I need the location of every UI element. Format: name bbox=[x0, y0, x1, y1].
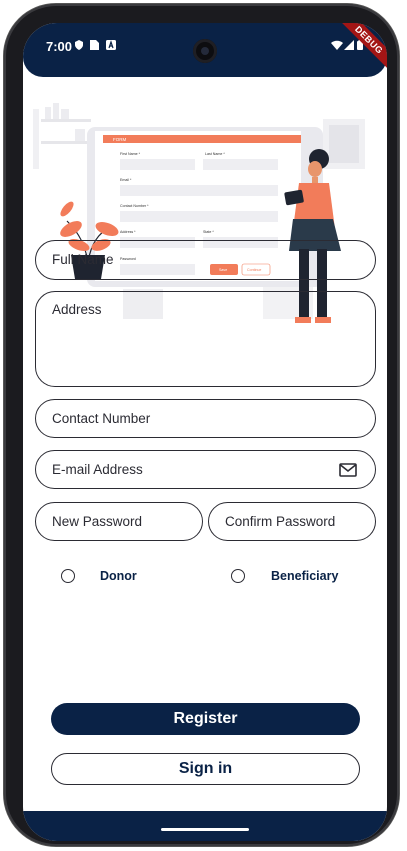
new-password-field[interactable]: New Password bbox=[35, 502, 203, 541]
full-name-field[interactable]: Full Name bbox=[35, 240, 376, 280]
beneficiary-label: Beneficiary bbox=[271, 569, 339, 583]
address-field[interactable]: Address bbox=[35, 291, 376, 387]
illus-last-name: Last Name * bbox=[205, 152, 225, 156]
beneficiary-option[interactable]: Beneficiary bbox=[229, 567, 359, 587]
confirm-password-label: Confirm Password bbox=[225, 514, 336, 529]
illus-address: Address * bbox=[120, 230, 136, 234]
phone-frame: FORM First Name * Last Name * Email * Co… bbox=[4, 4, 399, 846]
illus-state: State * bbox=[203, 230, 214, 234]
donor-option[interactable]: Donor bbox=[59, 567, 169, 587]
status-time: 7:00 bbox=[46, 39, 73, 54]
new-password-label: New Password bbox=[52, 514, 143, 529]
contact-number-label: Contact Number bbox=[52, 411, 151, 426]
donor-label: Donor bbox=[100, 569, 137, 583]
illus-email: Email * bbox=[120, 178, 132, 182]
sign-in-button[interactable]: Sign in bbox=[51, 753, 360, 785]
sim-card-icon bbox=[90, 40, 100, 50]
home-gesture-handle[interactable] bbox=[161, 828, 249, 831]
illus-form-header: FORM bbox=[113, 137, 126, 142]
beneficiary-radio[interactable] bbox=[231, 569, 245, 583]
illus-first-name: First Name * bbox=[120, 152, 141, 156]
email-field[interactable]: E-mail Address bbox=[35, 450, 376, 489]
signal-icon bbox=[344, 40, 354, 50]
full-name-label: Full Name bbox=[52, 252, 114, 267]
wifi-icon bbox=[331, 40, 343, 50]
font-a-icon bbox=[106, 40, 116, 50]
register-button[interactable]: Register bbox=[51, 703, 360, 735]
front-camera bbox=[193, 39, 217, 63]
donor-radio[interactable] bbox=[61, 569, 75, 583]
confirm-password-field[interactable]: Confirm Password bbox=[208, 502, 376, 541]
shield-icon bbox=[74, 40, 84, 50]
status-bar: 7:00 DEBUG bbox=[23, 23, 387, 77]
email-label: E-mail Address bbox=[52, 462, 143, 477]
navigation-bar bbox=[23, 811, 387, 841]
app-screen: FORM First Name * Last Name * Email * Co… bbox=[23, 23, 387, 841]
contact-number-field[interactable]: Contact Number bbox=[35, 399, 376, 438]
address-label: Address bbox=[52, 302, 102, 317]
illus-contact: Contact Number * bbox=[120, 204, 149, 208]
email-icon bbox=[339, 463, 357, 482]
